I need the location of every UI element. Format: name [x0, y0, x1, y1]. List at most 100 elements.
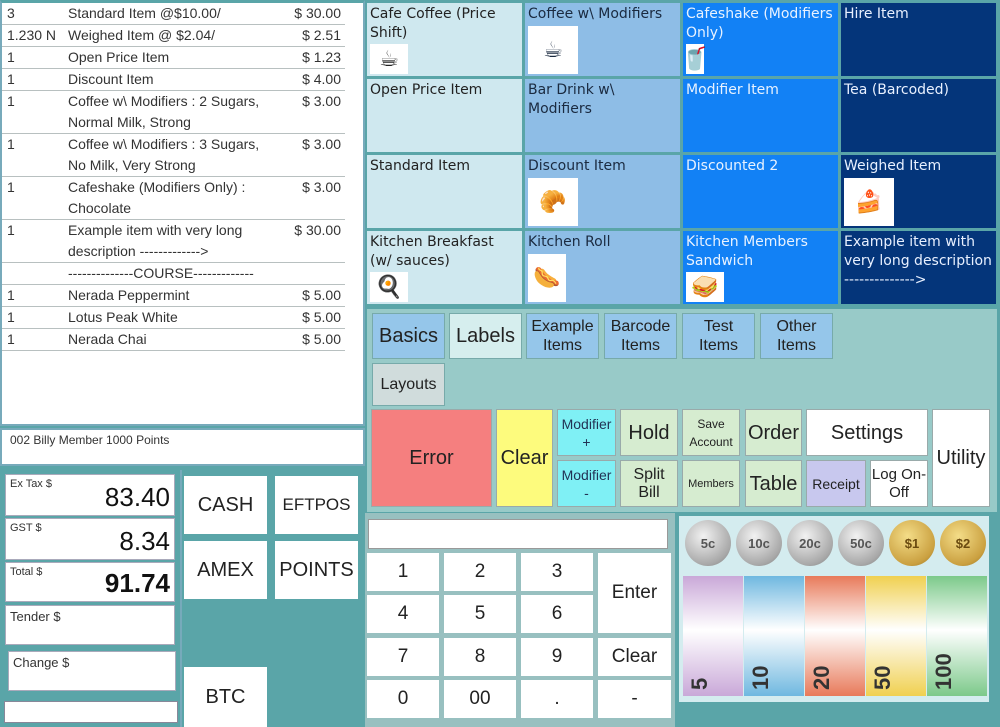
order-line-desc: Standard Item @$10.00/: [68, 5, 221, 21]
clear-button[interactable]: Clear: [496, 409, 553, 507]
order-button[interactable]: Order: [745, 409, 802, 456]
tab-basics[interactable]: Basics: [372, 313, 445, 359]
modifier-plus-button[interactable]: Modifier +: [557, 409, 616, 456]
key-0[interactable]: 0: [367, 680, 439, 718]
order-line[interactable]: 1 Cafeshake (Modifiers Only) : Chocolate $…: [2, 177, 345, 220]
error-button[interactable]: Error: [371, 409, 492, 507]
banknote-label: 5: [687, 677, 712, 690]
order-line[interactable]: 3 Standard Item @$10.00/ $ 30.00: [2, 3, 345, 25]
product-name: Hire Item: [844, 6, 909, 22]
order-list[interactable]: 3 Standard Item @$10.00/ $ 30.00 1.230 N Wei…: [0, 0, 365, 426]
banknote-5-icon[interactable]: 5: [683, 576, 743, 696]
tender-box[interactable]: Tender $: [5, 605, 175, 645]
utility-button[interactable]: Utility: [932, 409, 990, 507]
keypad-input[interactable]: [368, 519, 668, 549]
coin-10c-icon[interactable]: 10c: [736, 520, 782, 566]
settings-button[interactable]: Settings: [806, 409, 928, 456]
save-account-button[interactable]: Save Account: [682, 409, 740, 456]
ex-tax-value: 83.40: [104, 482, 170, 512]
product-button[interactable]: Standard Item: [367, 155, 522, 228]
product-button[interactable]: Open Price Item: [367, 79, 522, 152]
order-line[interactable]: 1 Open Price Item $ 1.23: [2, 47, 345, 69]
coin-dollar-2-icon[interactable]: $2: [940, 520, 986, 566]
eftpos-button[interactable]: EFTPOS: [275, 476, 358, 534]
tab-example-items[interactable]: Example Items: [526, 313, 599, 359]
order-line[interactable]: 1 Example item with very long description…: [2, 220, 345, 263]
hold-button[interactable]: Hold: [620, 409, 678, 456]
table-button[interactable]: Table: [745, 460, 802, 507]
cash-button[interactable]: CASH: [184, 476, 267, 534]
order-line[interactable]: 1 Coffee w\ Modifiers : 2 Sugars, Normal …: [2, 91, 345, 134]
milkshake-icon: 🥤: [683, 44, 709, 74]
product-button[interactable]: Modifier Item: [683, 79, 838, 152]
product-button[interactable]: Bar Drink w\ Modifiers: [525, 79, 680, 152]
key-00[interactable]: 00: [444, 680, 516, 718]
product-button[interactable]: Weighed Item 🍰: [841, 155, 996, 228]
total-label: Total $: [10, 566, 43, 578]
tab-barcode-items[interactable]: Barcode Items: [604, 313, 677, 359]
order-line-price: $ 5.00: [302, 309, 341, 325]
key-enter[interactable]: Enter: [598, 553, 671, 633]
key-8[interactable]: 8: [444, 638, 516, 676]
order-line-desc: Nerada Peppermint: [68, 287, 190, 303]
banknote-20-icon[interactable]: 20: [805, 576, 865, 696]
banknote-100-icon[interactable]: 100: [927, 576, 987, 696]
banknote-label: 100: [931, 653, 956, 690]
coin-20c-icon[interactable]: 20c: [787, 520, 833, 566]
product-button[interactable]: Kitchen Members Sandwich 🥪: [683, 231, 838, 304]
order-line[interactable]: 1 Nerada Peppermint $ 5.00: [2, 285, 345, 307]
order-line[interactable]: 1 Discount Item $ 4.00: [2, 69, 345, 91]
coin-50c-icon[interactable]: 50c: [838, 520, 884, 566]
product-button[interactable]: Discount Item 🥐: [525, 155, 680, 228]
coin-dollar-1-icon[interactable]: $1: [889, 520, 935, 566]
tab-other-items[interactable]: Other Items: [760, 313, 833, 359]
order-line-qty: 1.230 N: [7, 27, 57, 43]
banknote-50-icon[interactable]: 50: [866, 576, 926, 696]
product-button[interactable]: Kitchen Breakfast (w/ sauces) 🍳: [367, 231, 522, 304]
amex-button[interactable]: AMEX: [184, 541, 267, 599]
coin-label: $1: [904, 535, 920, 551]
coin-5c-icon[interactable]: 5c: [685, 520, 731, 566]
product-button[interactable]: Example item with very long description …: [841, 231, 996, 304]
order-line-price: $ 30.00: [294, 5, 341, 21]
key-5[interactable]: 5: [444, 595, 516, 633]
tab-layouts[interactable]: Layouts: [372, 363, 445, 406]
order-line[interactable]: 1 Nerada Chai $ 5.00: [2, 329, 345, 351]
key-decimal[interactable]: .: [521, 680, 593, 718]
points-button[interactable]: POINTS: [275, 541, 358, 599]
order-line[interactable]: 1 Coffee w\ Modifiers : 3 Sugars, No Milk…: [2, 134, 345, 177]
key-3[interactable]: 3: [521, 553, 593, 591]
modifier-minus-button[interactable]: Modifier -: [557, 460, 616, 507]
members-button[interactable]: Members: [682, 460, 740, 507]
product-button[interactable]: Cafe Coffee (Price Shift) ☕: [367, 3, 522, 76]
key-7[interactable]: 7: [367, 638, 439, 676]
product-button[interactable]: Hire Item: [841, 3, 996, 76]
numeric-keypad: 1 2 3 4 5 6 Enter 7 8 9 Clear 0 00 . -: [365, 513, 675, 727]
btc-button[interactable]: BTC: [184, 667, 267, 727]
product-button[interactable]: Kitchen Roll 🌭: [525, 231, 680, 304]
tab-test-items[interactable]: Test Items: [682, 313, 755, 359]
key-9[interactable]: 9: [521, 638, 593, 676]
key-6[interactable]: 6: [521, 595, 593, 633]
order-line-price: $ 5.00: [302, 331, 341, 347]
receipt-button[interactable]: Receipt: [806, 460, 866, 507]
key-2[interactable]: 2: [444, 553, 516, 591]
product-button[interactable]: Tea (Barcoded): [841, 79, 996, 152]
key-clear[interactable]: Clear: [598, 638, 671, 676]
banknote-10-icon[interactable]: 10: [744, 576, 804, 696]
key-1[interactable]: 1: [367, 553, 439, 591]
order-line-qty: [2, 263, 68, 284]
key-4[interactable]: 4: [367, 595, 439, 633]
cappuccino-icon: ☕: [528, 26, 578, 74]
tab-labels[interactable]: Labels: [449, 313, 522, 359]
log-on-off-button[interactable]: Log On-Off: [870, 460, 928, 507]
split-bill-button[interactable]: Split Bill: [620, 460, 678, 507]
key-minus[interactable]: -: [598, 680, 671, 718]
course-separator[interactable]: --------------COURSE-------------: [2, 263, 345, 285]
coffee-cup-icon: ☕: [370, 44, 408, 74]
product-button[interactable]: Discounted 2: [683, 155, 838, 228]
order-line[interactable]: 1.230 N Weighed Item @ $2.04/ $ 2.51: [2, 25, 345, 47]
product-button[interactable]: Cafeshake (Modifiers Only) 🥤: [683, 3, 838, 76]
order-line[interactable]: 1 Lotus Peak White $ 5.00: [2, 307, 345, 329]
product-button[interactable]: Coffee w\ Modifiers ☕: [525, 3, 680, 76]
